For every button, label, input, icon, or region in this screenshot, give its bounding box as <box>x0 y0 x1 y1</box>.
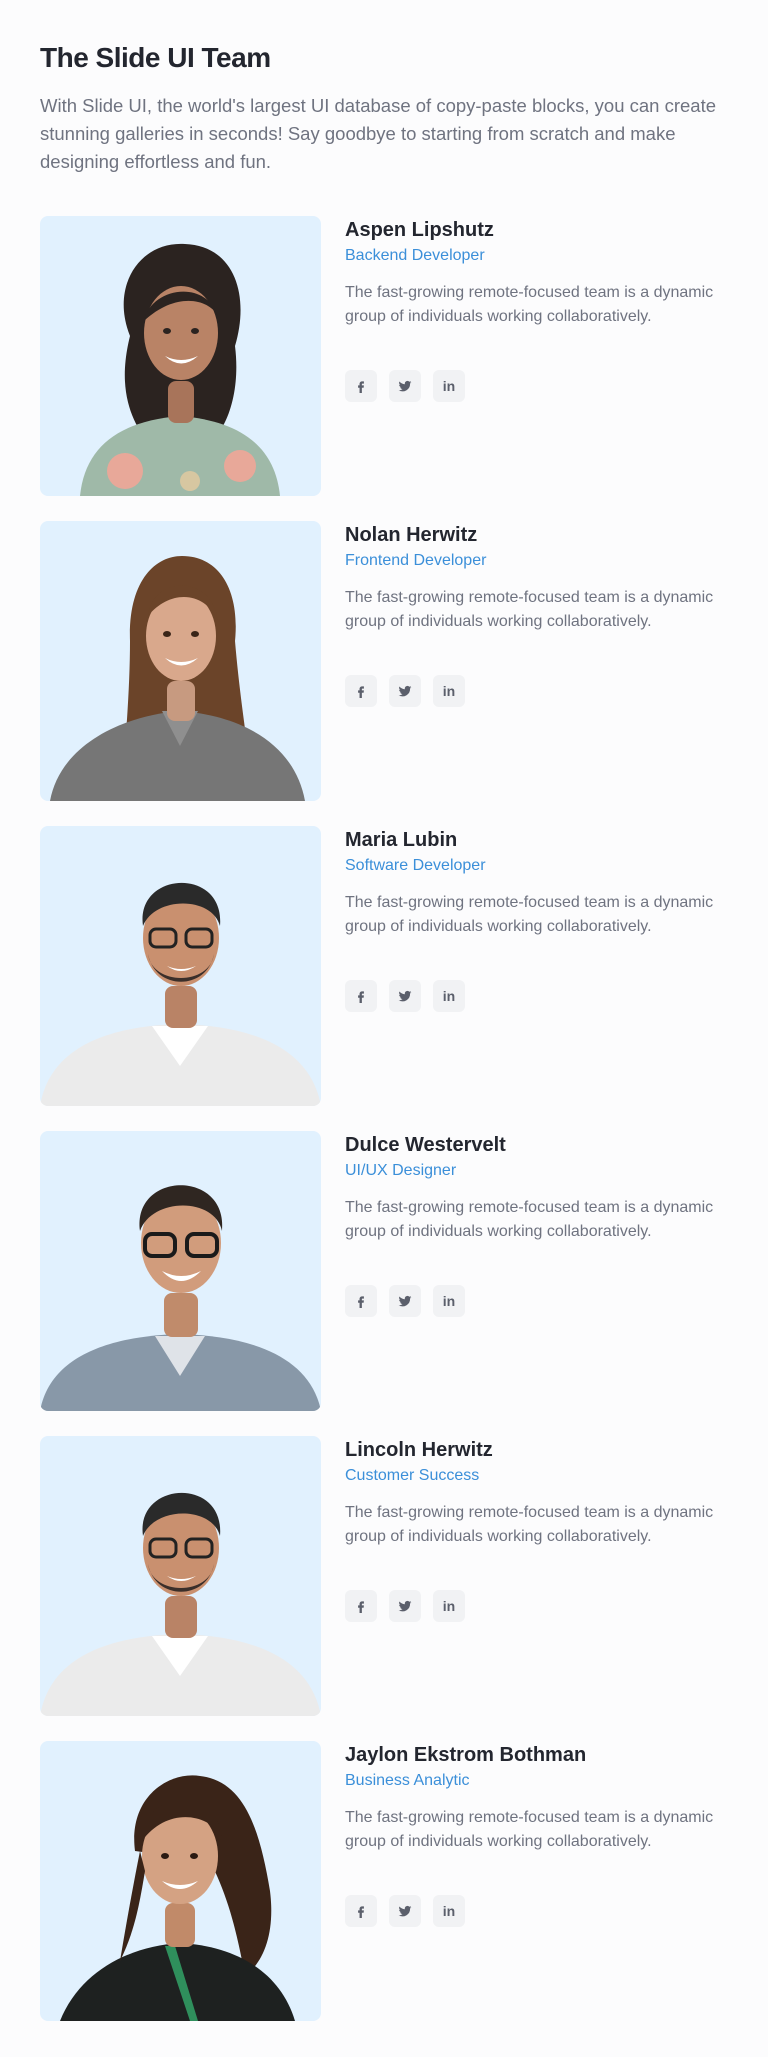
page-title: The Slide UI Team <box>40 42 271 73</box>
member-photo <box>40 1741 321 2021</box>
portrait-avatar <box>40 1492 321 1716</box>
member-info: Maria Lubin Software Developer The fast-… <box>345 826 728 1106</box>
twitter-button[interactable] <box>389 675 421 707</box>
social-links: in <box>345 1285 728 1317</box>
social-links: in <box>345 675 728 707</box>
facebook-icon <box>358 1601 364 1613</box>
member-photo <box>40 1436 321 1716</box>
portrait-avatar <box>40 882 321 1106</box>
facebook-button[interactable] <box>345 1285 377 1317</box>
facebook-button[interactable] <box>345 370 377 402</box>
facebook-button[interactable] <box>345 1590 377 1622</box>
twitter-button[interactable] <box>389 1285 421 1317</box>
linkedin-button[interactable]: in <box>433 1895 465 1927</box>
member-role: Software Developer <box>345 857 486 874</box>
portrait-avatar <box>50 556 305 801</box>
team-member-card: Lincoln Herwitz Customer Success The fas… <box>40 1436 728 1716</box>
facebook-icon <box>358 991 364 1003</box>
facebook-icon <box>358 381 364 393</box>
linkedin-button[interactable]: in <box>433 1590 465 1622</box>
page-subtitle: With Slide UI, the world's largest UI da… <box>40 95 717 172</box>
social-links: in <box>345 370 728 402</box>
portrait-avatar <box>60 1775 295 2021</box>
social-links: in <box>345 1590 728 1622</box>
portrait-avatar <box>80 243 280 496</box>
linkedin-button[interactable]: in <box>433 980 465 1012</box>
member-role: Customer Success <box>345 1467 480 1484</box>
linkedin-icon: in <box>442 1598 456 1614</box>
facebook-icon <box>358 1296 364 1308</box>
member-bio: The fast-growing remote-focused team is … <box>345 1809 714 1850</box>
member-bio: The fast-growing remote-focused team is … <box>345 894 714 935</box>
team-member-card: Jaylon Ekstrom Bothman Business Analytic… <box>40 1741 728 2021</box>
linkedin-button[interactable]: in <box>433 370 465 402</box>
twitter-button[interactable] <box>389 980 421 1012</box>
team-member-card: Maria Lubin Software Developer The fast-… <box>40 826 728 1106</box>
twitter-button[interactable] <box>389 1590 421 1622</box>
team-list: Aspen Lipshutz Backend Developer The fas… <box>40 216 728 2021</box>
social-links: in <box>345 980 728 1012</box>
twitter-button[interactable] <box>389 370 421 402</box>
team-member-card: Aspen Lipshutz Backend Developer The fas… <box>40 216 728 496</box>
member-name: Dulce Westervelt <box>345 1134 506 1156</box>
linkedin-button[interactable]: in <box>433 675 465 707</box>
member-info: Nolan Herwitz Frontend Developer The fas… <box>345 521 728 801</box>
facebook-icon <box>358 1906 364 1918</box>
linkedin-icon: in <box>442 378 456 394</box>
twitter-icon <box>398 990 412 1002</box>
linkedin-icon: in <box>442 1293 456 1309</box>
linkedin-icon: in <box>442 683 456 699</box>
member-bio: The fast-growing remote-focused team is … <box>345 1504 714 1545</box>
team-member-card: Nolan Herwitz Frontend Developer The fas… <box>40 521 728 801</box>
member-info: Aspen Lipshutz Backend Developer The fas… <box>345 216 728 496</box>
twitter-button[interactable] <box>389 1895 421 1927</box>
linkedin-icon: in <box>442 988 456 1004</box>
member-info: Dulce Westervelt UI/UX Designer The fast… <box>345 1131 728 1411</box>
twitter-icon <box>398 1600 412 1612</box>
member-bio: The fast-growing remote-focused team is … <box>345 1199 714 1240</box>
member-name: Aspen Lipshutz <box>345 219 494 241</box>
member-info: Jaylon Ekstrom Bothman Business Analytic… <box>345 1741 728 2021</box>
twitter-icon <box>398 1905 412 1917</box>
twitter-icon <box>398 1295 412 1307</box>
linkedin-icon: in <box>442 1903 456 1919</box>
facebook-button[interactable] <box>345 1895 377 1927</box>
team-page: The Slide UI Team With Slide UI, the wor… <box>0 0 768 2057</box>
facebook-button[interactable] <box>345 675 377 707</box>
portrait-avatar <box>40 1185 321 1411</box>
member-role: Business Analytic <box>345 1772 470 1789</box>
member-photo <box>40 216 321 496</box>
member-photo <box>40 826 321 1106</box>
linkedin-button[interactable]: in <box>433 1285 465 1317</box>
twitter-icon <box>398 380 412 392</box>
member-name: Lincoln Herwitz <box>345 1439 493 1461</box>
member-photo <box>40 521 321 801</box>
member-name: Maria Lubin <box>345 829 458 851</box>
twitter-icon <box>398 685 412 697</box>
member-role: UI/UX Designer <box>345 1162 457 1179</box>
facebook-button[interactable] <box>345 980 377 1012</box>
member-role: Backend Developer <box>345 247 485 264</box>
social-links: in <box>345 1895 728 1927</box>
member-bio: The fast-growing remote-focused team is … <box>345 589 714 630</box>
member-role: Frontend Developer <box>345 552 487 569</box>
member-info: Lincoln Herwitz Customer Success The fas… <box>345 1436 728 1716</box>
team-member-card: Dulce Westervelt UI/UX Designer The fast… <box>40 1131 728 1411</box>
member-name: Nolan Herwitz <box>345 524 478 546</box>
member-photo <box>40 1131 321 1411</box>
facebook-icon <box>358 686 364 698</box>
member-bio: The fast-growing remote-focused team is … <box>345 284 714 325</box>
member-name: Jaylon Ekstrom Bothman <box>345 1744 587 1766</box>
